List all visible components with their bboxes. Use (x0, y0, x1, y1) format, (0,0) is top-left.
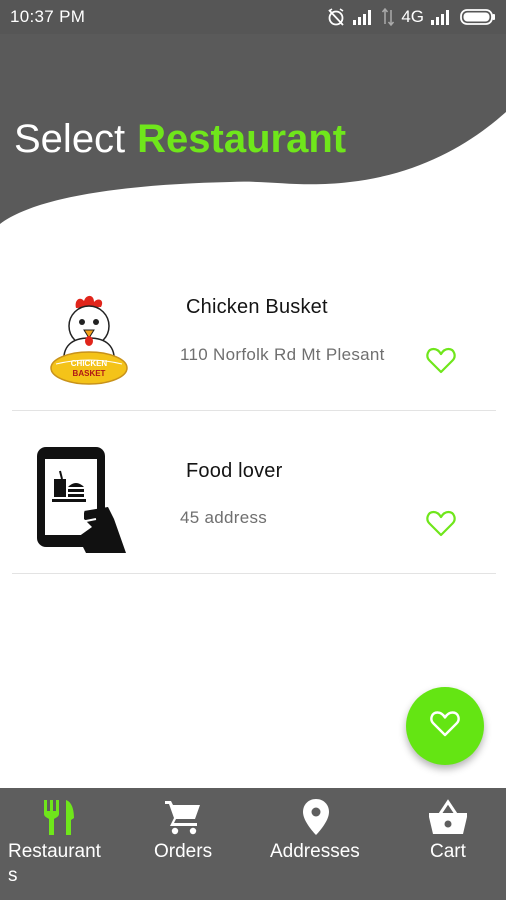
network-type: 4G (401, 7, 424, 26)
nav-label-addresses: Addresses (270, 841, 360, 862)
nav-label-restaurants: Restaurants (8, 841, 101, 886)
restaurant-name: Chicken Busket (186, 296, 328, 318)
nav-label-orders: Orders (154, 841, 213, 862)
heart-outline-icon[interactable] (426, 346, 456, 374)
nav-item-cart[interactable]: Cart (414, 788, 484, 900)
heart-icon (430, 710, 460, 743)
shopping-cart-icon (164, 798, 202, 841)
title-prefix: Select (14, 117, 126, 161)
location-pin-icon (302, 798, 330, 841)
tablet-food-logo (34, 441, 144, 553)
header: Select Restaurant (0, 34, 506, 234)
signal-icon (431, 9, 453, 25)
nav-item-restaurants[interactable]: Restaurants (0, 788, 120, 900)
heart-outline-icon[interactable] (426, 509, 456, 537)
restaurant-name: Food lover (186, 460, 283, 482)
nav-item-orders[interactable]: Orders (140, 788, 230, 900)
alarm-off-icon (326, 8, 346, 26)
restaurant-list-item[interactable]: Food lover 45 address (12, 411, 496, 574)
favorites-fab-button[interactable] (406, 687, 484, 765)
nav-label-cart: Cart (430, 841, 466, 862)
restaurant-address: 45 address (180, 508, 268, 527)
status-time: 10:37 PM (10, 7, 86, 26)
signal-icon (353, 9, 375, 25)
restaurant-list-item[interactable]: CHICKEN BASKET Chicken Busket 110 Norfol… (12, 248, 496, 411)
title-highlight: Restaurant (137, 117, 347, 161)
basket-icon (428, 798, 468, 841)
battery-icon (460, 8, 496, 26)
chicken-basket-logo: CHICKEN BASKET (34, 286, 144, 396)
status-bar: 10:37 PM 4G (0, 0, 506, 34)
restaurant-address: 110 Norfolk Rd Mt Plesant (180, 345, 385, 364)
data-arrows-icon (382, 8, 395, 26)
status-icons: 4G (326, 7, 496, 27)
cutlery-icon (42, 798, 78, 841)
nav-item-addresses[interactable]: Addresses (262, 788, 372, 900)
page-title: Select Restaurant (14, 116, 346, 162)
logo-text-line2: BASKET (73, 369, 106, 378)
logo-text-line1: CHICKEN (71, 359, 108, 368)
bottom-navigation: Restaurants Orders Addresses Cart (0, 788, 506, 900)
